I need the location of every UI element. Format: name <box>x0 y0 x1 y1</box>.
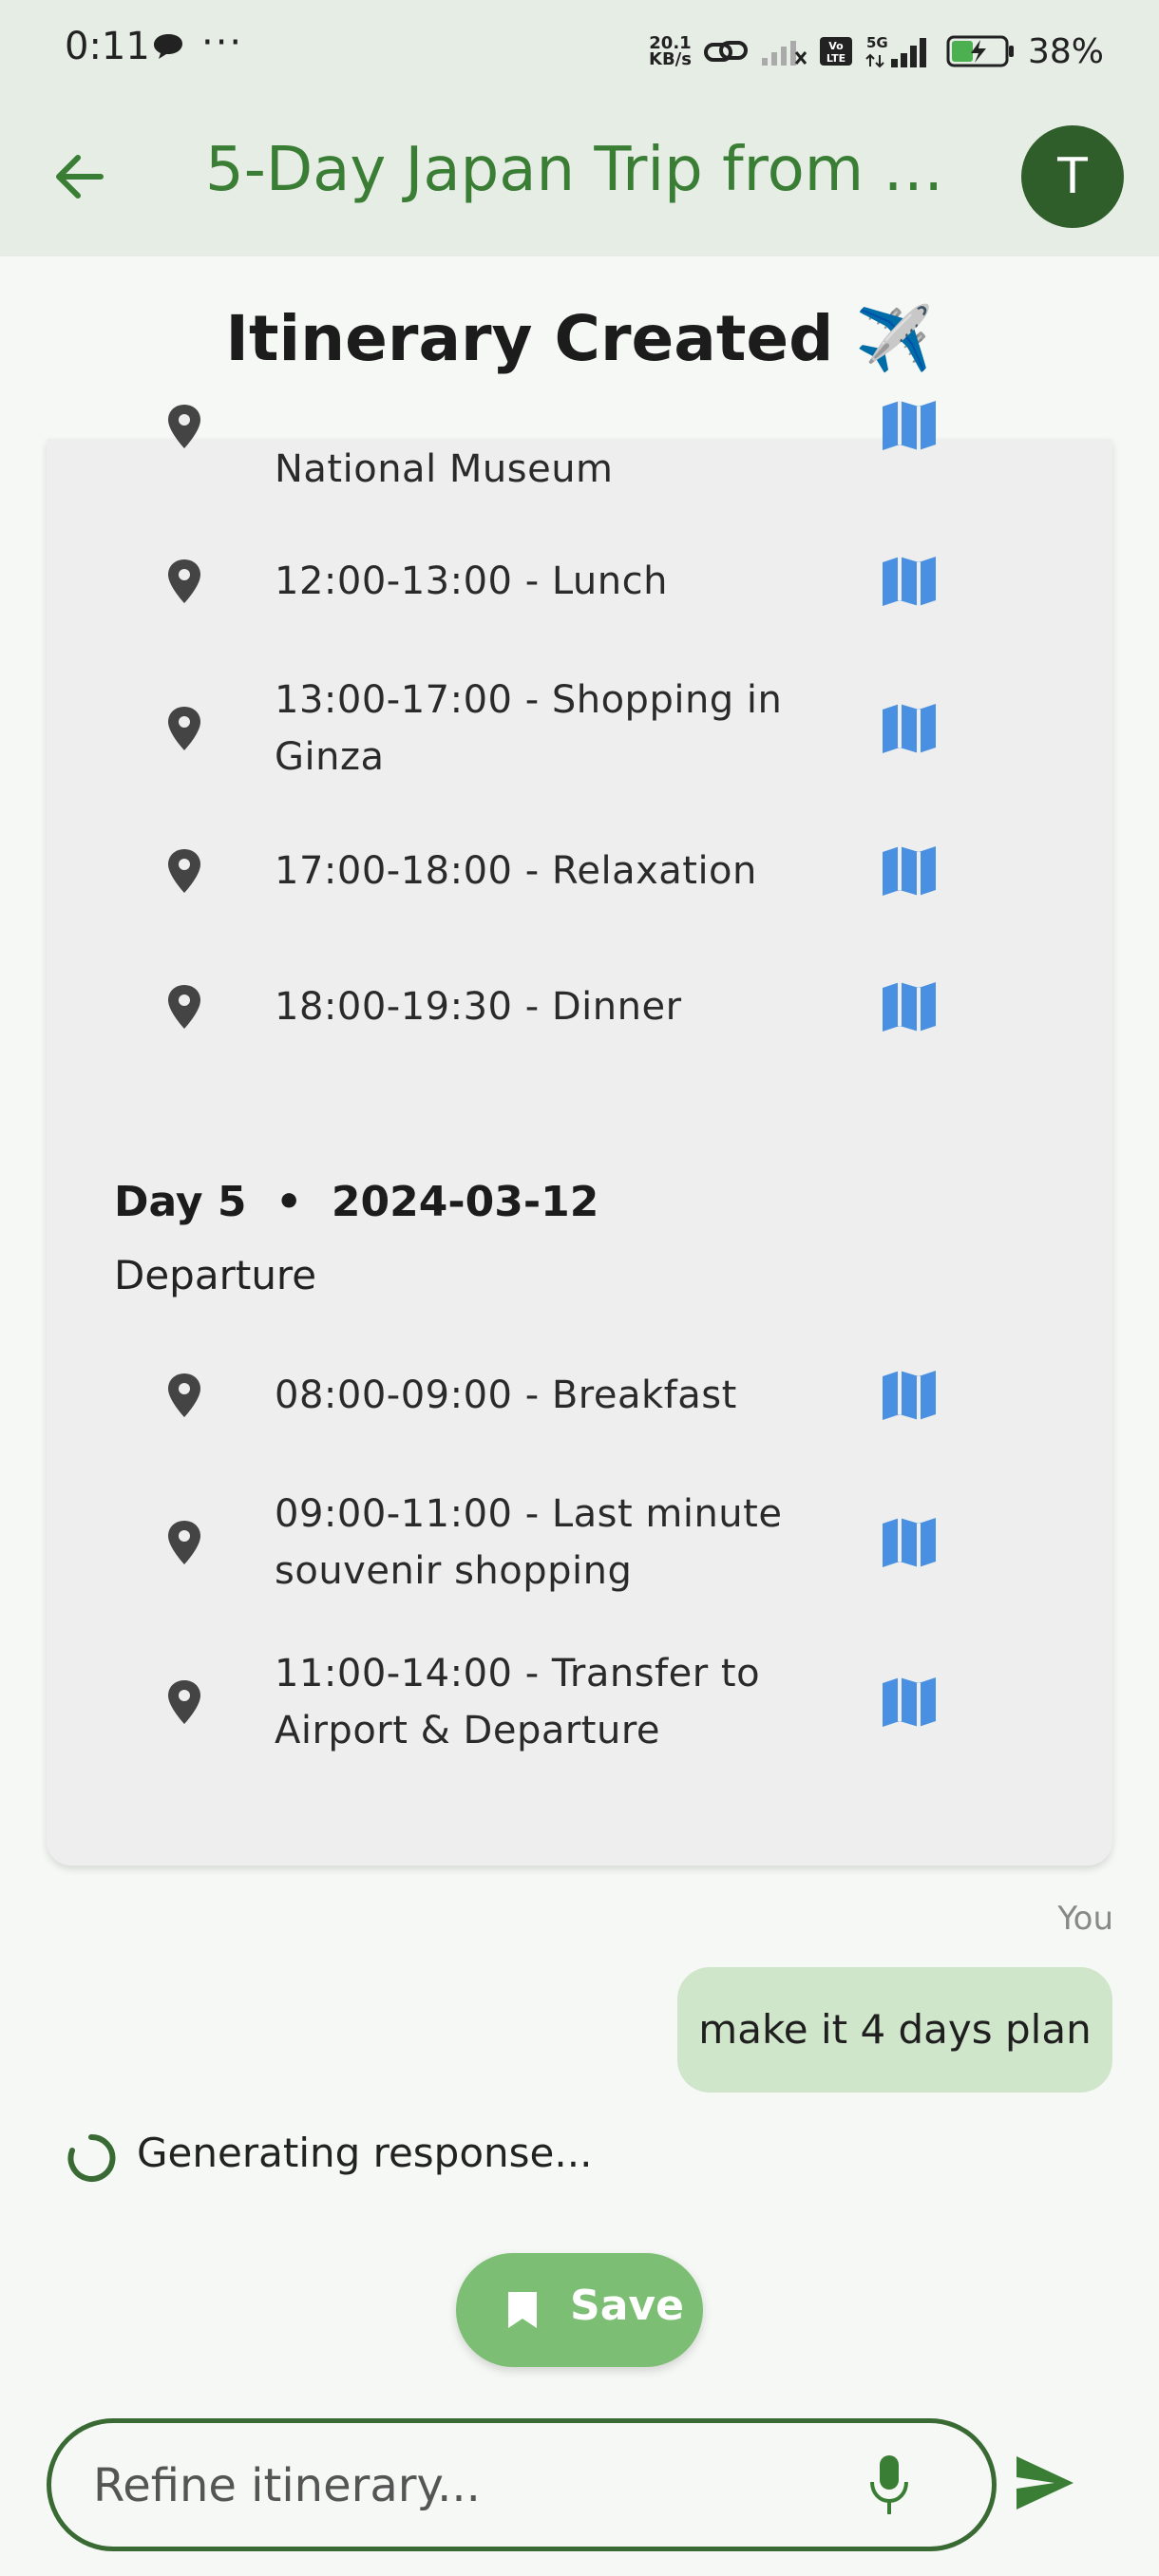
svg-text:Vo: Vo <box>828 40 844 52</box>
itinerary-item-text: 12:00-13:00 - Lunch <box>275 559 668 603</box>
list-item: 09:00-11:00 - Last minute souvenir shopp… <box>47 1476 1112 1609</box>
map-icon[interactable] <box>879 397 940 454</box>
map-icon[interactable] <box>879 978 940 1035</box>
itinerary-item-text: National Museum <box>275 447 614 491</box>
itinerary-item-text: 08:00-09:00 - Breakfast <box>275 1373 737 1417</box>
day-subtitle: Departure <box>114 1252 317 1298</box>
location-pin-icon <box>168 405 200 448</box>
map-icon[interactable] <box>879 553 940 610</box>
list-item: 17:00-18:00 - Relaxation <box>47 833 1112 909</box>
page-title: Itinerary Created ✈️ <box>225 302 934 375</box>
itinerary-item-text: 13:00-17:00 - Shopping in Ginza <box>275 678 783 779</box>
list-item: 18:00-19:30 - Dinner <box>47 969 1112 1045</box>
map-icon[interactable] <box>879 1367 940 1424</box>
map-icon[interactable] <box>879 1514 940 1571</box>
save-button[interactable]: Save <box>456 2253 703 2367</box>
itinerary-item-text: 18:00-19:30 - Dinner <box>275 985 682 1029</box>
itinerary-card: National Museum 12:00-13:00 - Lunch 13:0… <box>47 401 1112 1866</box>
app-bar-title: 5-Day Japan Trip from … <box>205 135 944 205</box>
map-icon[interactable] <box>879 700 940 757</box>
airplane-icon: ✈️ <box>855 302 934 375</box>
net-speed: 20.1 KB/s <box>649 33 692 69</box>
location-pin-icon <box>168 707 200 750</box>
itinerary-item-text: 11:00-14:00 - Transfer to Airport & Depa… <box>275 1652 761 1752</box>
list-item: 11:00-14:00 - Transfer to Airport & Depa… <box>47 1636 1112 1769</box>
link-icon <box>703 41 748 62</box>
svg-text:LTE: LTE <box>826 52 846 65</box>
signal-off-icon <box>761 41 808 66</box>
generating-status: Generating response... <box>137 2130 593 2176</box>
itinerary-item-text: 09:00-11:00 - Last minute souvenir shopp… <box>275 1492 783 1593</box>
location-pin-icon <box>168 1521 200 1564</box>
location-pin-icon <box>168 559 200 603</box>
map-icon[interactable] <box>879 843 940 900</box>
loading-spinner-icon <box>67 2133 116 2182</box>
status-icons: 20.1 KB/s Vo LTE 5G 38% <box>649 25 1104 78</box>
location-pin-icon <box>168 1680 200 1724</box>
list-item: 12:00-13:00 - Lunch <box>47 543 1112 619</box>
chat-bubble-icon <box>154 34 182 59</box>
microphone-icon[interactable] <box>866 2452 912 2520</box>
save-button-label: Save <box>570 2282 684 2330</box>
list-item: 08:00-09:00 - Breakfast <box>47 1357 1112 1433</box>
svg-text:5G: 5G <box>866 34 888 51</box>
send-button[interactable] <box>1013 2451 1077 2515</box>
list-item: 13:00-17:00 - Shopping in Ginza <box>47 662 1112 795</box>
sender-label: You <box>1057 1900 1113 1938</box>
bookmark-icon <box>508 2292 537 2328</box>
battery-icon <box>946 35 1014 67</box>
user-message-bubble: make it 4 days plan <box>677 1967 1112 2093</box>
day-heading: Day 5 • 2024-03-12 <box>114 1178 599 1226</box>
map-icon[interactable] <box>879 1674 940 1731</box>
list-item: National Museum <box>47 401 1112 496</box>
location-pin-icon <box>168 1373 200 1417</box>
signal-5g-icon: 5G <box>865 34 926 68</box>
battery-percent: 38% <box>1027 31 1104 71</box>
avatar[interactable]: T <box>1021 125 1124 228</box>
status-time: 0:11 <box>65 25 150 68</box>
refine-input[interactable] <box>91 2453 874 2518</box>
location-pin-icon <box>168 849 200 893</box>
refine-input-container <box>47 2418 997 2551</box>
back-button[interactable] <box>46 142 114 211</box>
itinerary-item-text: 17:00-18:00 - Relaxation <box>275 849 757 893</box>
status-more-dots: ··· <box>201 21 244 65</box>
volte-icon: Vo LTE <box>819 37 852 66</box>
location-pin-icon <box>168 985 200 1029</box>
